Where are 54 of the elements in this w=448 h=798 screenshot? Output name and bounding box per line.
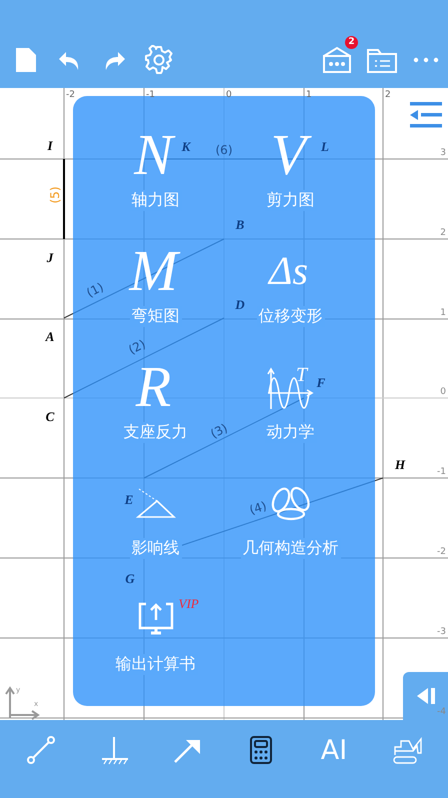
- axis-tick: -2: [66, 90, 75, 100]
- node-label: F: [316, 375, 326, 390]
- node-label: C: [46, 409, 54, 424]
- axis-tick: 3: [440, 148, 446, 158]
- axis-tick: 0: [440, 387, 446, 397]
- member-label: (2): [126, 336, 148, 358]
- excavator-icon: [391, 735, 424, 765]
- member-label: (4): [248, 498, 268, 518]
- node-label: D: [235, 297, 245, 312]
- node-label: G: [125, 571, 135, 586]
- diagram-symbol: N: [132, 124, 179, 186]
- export-monitor-icon: [136, 602, 174, 636]
- calculator-icon: [248, 735, 273, 765]
- menu-item-label[interactable]: 影响线: [130, 538, 182, 559]
- member-label: (5): [48, 186, 62, 204]
- settings-icon[interactable]: [144, 45, 174, 75]
- diagram-symbol: R: [136, 356, 172, 418]
- node-label: J: [46, 250, 54, 265]
- collapse-button[interactable]: [403, 672, 448, 720]
- axis-tick: 2: [440, 228, 446, 238]
- member-label: (1): [84, 280, 106, 300]
- more-icon[interactable]: [412, 56, 440, 64]
- axis-tick: -3: [437, 627, 446, 637]
- node-label: E: [124, 492, 134, 507]
- menu-item-label[interactable]: 位移变形: [256, 306, 324, 327]
- axis-tick: 1: [440, 308, 446, 318]
- influence-line-icon: [134, 487, 176, 519]
- notification-badge: 2: [345, 36, 358, 49]
- member-tool-icon: [26, 735, 56, 765]
- menu-item-label[interactable]: 几何构造分析: [240, 538, 340, 559]
- vip-tag: VIP: [178, 596, 199, 612]
- axis-tick: -2: [437, 547, 446, 557]
- member-label: (3): [208, 420, 230, 442]
- node-label: H: [394, 457, 406, 472]
- node-label: B: [236, 217, 244, 232]
- axis-tick: -1: [437, 467, 446, 477]
- diagram-symbol: Δs: [266, 247, 310, 295]
- collapse-icon: [416, 688, 434, 704]
- folder-list-icon[interactable]: [366, 46, 398, 74]
- node-label: A: [46, 329, 54, 344]
- node-label: I: [47, 138, 53, 153]
- diagram-symbol: M: [127, 240, 184, 302]
- sidebar-toggle-icon[interactable]: [408, 102, 442, 128]
- diagram-symbol: V: [268, 124, 312, 186]
- ai-button[interactable]: AI: [312, 730, 356, 770]
- menu-item-label[interactable]: 输出计算书: [114, 654, 198, 675]
- message-icon[interactable]: [322, 46, 352, 74]
- axis-tick: 2: [385, 90, 391, 100]
- menu-item-label[interactable]: 动力学: [264, 422, 316, 443]
- node-label: L: [321, 139, 329, 154]
- member-label: (6): [216, 143, 232, 157]
- axis-tick: -4: [437, 707, 446, 717]
- node-label: K: [182, 139, 190, 154]
- menu-item-label[interactable]: 弯矩图: [130, 306, 182, 327]
